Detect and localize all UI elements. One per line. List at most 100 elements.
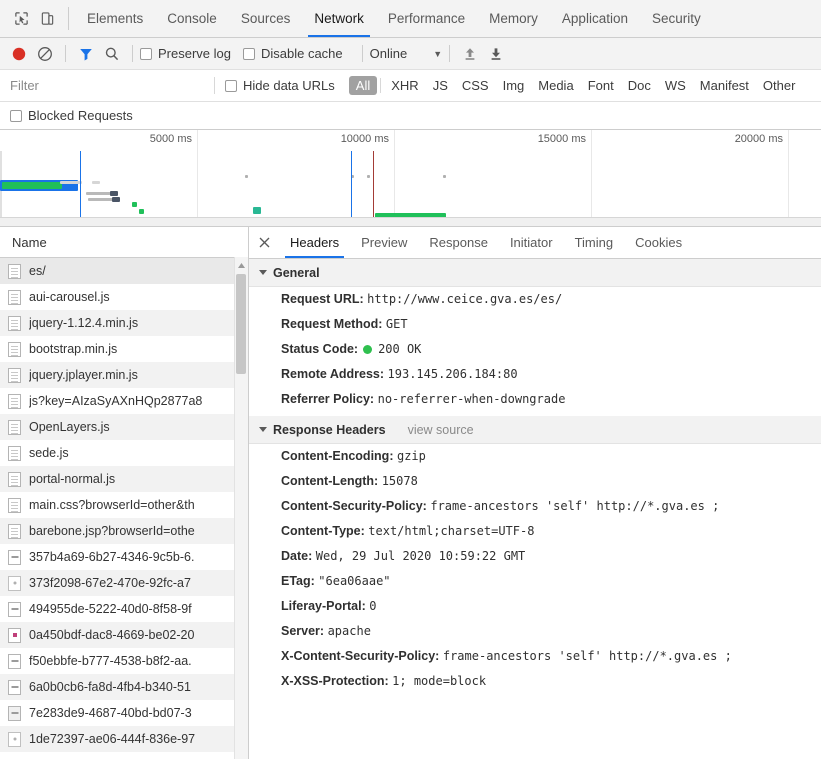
request-name: aui-carousel.js bbox=[29, 290, 110, 304]
detail-tab-label: Initiator bbox=[509, 235, 553, 250]
table-row[interactable]: aui-carousel.js bbox=[0, 284, 248, 310]
header-value: frame-ancestors 'self' http://*.gva.es ; bbox=[442, 649, 732, 663]
disable-cache-label: Disable cache bbox=[260, 46, 343, 61]
tabbar-divider bbox=[68, 7, 69, 30]
scrollbar-thumb[interactable] bbox=[236, 274, 246, 374]
tab-network[interactable]: Network bbox=[302, 0, 376, 37]
load-event-marker bbox=[373, 151, 374, 226]
filter-funnel-icon[interactable] bbox=[73, 41, 99, 67]
header-value: http://www.ceice.gva.es/es/ bbox=[367, 292, 563, 306]
device-toolbar-icon[interactable] bbox=[34, 6, 60, 32]
request-name: sede.js bbox=[29, 446, 69, 460]
table-row[interactable]: sede.js bbox=[0, 440, 248, 466]
preserve-log-checkbox[interactable]: Preserve log bbox=[140, 46, 231, 61]
overview-band bbox=[2, 182, 62, 189]
type-filter-media[interactable]: Media bbox=[531, 76, 580, 95]
table-row[interactable]: 1de72397-ae06-444f-836e-97 bbox=[0, 726, 248, 752]
tab-label: Sources bbox=[240, 11, 291, 26]
tab-initiator[interactable]: Initiator bbox=[499, 227, 564, 258]
scroll-up-arrow-icon[interactable] bbox=[236, 260, 247, 270]
table-row[interactable]: jquery-1.12.4.min.js bbox=[0, 310, 248, 336]
disable-cache-checkbox[interactable]: Disable cache bbox=[242, 46, 343, 61]
tab-elements[interactable]: Elements bbox=[75, 0, 155, 37]
close-icon[interactable] bbox=[249, 227, 279, 258]
tab-memory[interactable]: Memory bbox=[477, 0, 550, 37]
search-input[interactable] bbox=[6, 78, 204, 93]
document-icon bbox=[8, 497, 21, 513]
overview-scrub-bar[interactable] bbox=[0, 217, 821, 226]
import-har-icon[interactable] bbox=[457, 41, 483, 67]
header-key: Request Method: bbox=[281, 317, 383, 331]
general-section-header[interactable]: General bbox=[249, 259, 821, 287]
overview-band bbox=[245, 175, 248, 178]
request-name: barebone.jsp?browserId=othe bbox=[29, 524, 195, 538]
header-row: Server: apache bbox=[249, 619, 821, 644]
request-list-scrollbar[interactable] bbox=[234, 257, 248, 759]
type-filter-other[interactable]: Other bbox=[756, 76, 803, 95]
type-filter-label: Img bbox=[502, 78, 525, 93]
overview-gridline bbox=[788, 130, 789, 226]
type-filter-label: WS bbox=[664, 78, 686, 93]
tab-sources[interactable]: Sources bbox=[229, 0, 303, 37]
table-row[interactable]: 0a450bdf-dac8-4669-be02-20 bbox=[0, 622, 248, 648]
network-overview[interactable]: 5000 ms 10000 ms 15000 ms 20000 ms bbox=[0, 130, 821, 227]
table-row[interactable]: es/ bbox=[0, 258, 248, 284]
table-row[interactable]: main.css?browserId=other&th bbox=[0, 492, 248, 518]
detail-tabbar: Headers Preview Response Initiator Timin… bbox=[249, 227, 821, 259]
tab-headers[interactable]: Headers bbox=[279, 227, 350, 258]
table-row[interactable]: barebone.jsp?browserId=othe bbox=[0, 518, 248, 544]
request-list[interactable]: es/ aui-carousel.js jquery-1.12.4.min.js… bbox=[0, 258, 248, 759]
type-filter-xhr[interactable]: XHR bbox=[384, 76, 425, 95]
type-filter-doc[interactable]: Doc bbox=[621, 76, 658, 95]
response-headers-section-header[interactable]: Response Headers view source bbox=[249, 416, 821, 444]
tab-preview[interactable]: Preview bbox=[350, 227, 418, 258]
clear-icon[interactable] bbox=[32, 41, 58, 67]
type-filter-manifest[interactable]: Manifest bbox=[693, 76, 756, 95]
overview-gridline bbox=[197, 130, 198, 226]
tab-console[interactable]: Console bbox=[155, 0, 229, 37]
table-row[interactable]: bootstrap.min.js bbox=[0, 336, 248, 362]
table-row[interactable]: 373f2098-67e2-470e-92fc-a7 bbox=[0, 570, 248, 596]
table-row[interactable]: 494955de-5222-40d0-8f58-9f bbox=[0, 596, 248, 622]
view-source-link[interactable]: view source bbox=[408, 423, 474, 437]
chevron-down-icon bbox=[259, 270, 267, 275]
tab-response[interactable]: Response bbox=[418, 227, 499, 258]
export-har-icon[interactable] bbox=[483, 41, 509, 67]
tab-cookies[interactable]: Cookies bbox=[624, 227, 693, 258]
tab-label: Performance bbox=[387, 11, 466, 26]
image-icon bbox=[8, 679, 21, 695]
type-filter-js[interactable]: JS bbox=[426, 76, 455, 95]
inspect-element-icon[interactable] bbox=[8, 6, 34, 32]
table-row[interactable]: js?key=AIzaSyAXnHQp2877a8 bbox=[0, 388, 248, 414]
type-filter-label: Font bbox=[587, 78, 614, 93]
type-filter-font[interactable]: Font bbox=[581, 76, 621, 95]
header-key: Content-Security-Policy: bbox=[281, 499, 427, 513]
table-row[interactable]: 357b4a69-6b27-4346-9c5b-6. bbox=[0, 544, 248, 570]
table-row[interactable]: f50ebbfe-b777-4538-b8f2-aa. bbox=[0, 648, 248, 674]
table-row[interactable]: 6a0b0cb6-fa8d-4fb4-b340-51 bbox=[0, 674, 248, 700]
response-headers-list: Content-Encoding: gzip Content-Length: 1… bbox=[249, 444, 821, 698]
search-icon[interactable] bbox=[99, 41, 125, 67]
request-list-header[interactable]: Name bbox=[0, 227, 248, 258]
table-row[interactable]: 7e283de9-4687-40bd-bd07-3 bbox=[0, 700, 248, 726]
table-row[interactable]: jquery.jplayer.min.js bbox=[0, 362, 248, 388]
tab-security[interactable]: Security bbox=[640, 0, 713, 37]
header-value: 15078 bbox=[381, 474, 418, 488]
throttling-select[interactable]: Online ▼ bbox=[370, 46, 443, 61]
dom-content-loaded-marker bbox=[351, 151, 352, 226]
type-filter-css[interactable]: CSS bbox=[455, 76, 496, 95]
hide-data-urls-checkbox[interactable]: Hide data URLs bbox=[225, 78, 335, 93]
tab-timing[interactable]: Timing bbox=[564, 227, 625, 258]
type-filter-all[interactable]: All bbox=[348, 76, 378, 95]
blocked-requests-checkbox[interactable]: Blocked Requests bbox=[10, 108, 133, 123]
request-name: f50ebbfe-b777-4538-b8f2-aa. bbox=[29, 654, 192, 668]
table-row[interactable]: OpenLayers.js bbox=[0, 414, 248, 440]
type-filter-img[interactable]: Img bbox=[496, 76, 532, 95]
tab-application[interactable]: Application bbox=[550, 0, 640, 37]
record-button-icon[interactable] bbox=[6, 41, 32, 67]
type-filter-ws[interactable]: WS bbox=[658, 76, 693, 95]
response-headers-section-title: Response Headers bbox=[273, 422, 386, 437]
table-row[interactable]: portal-normal.js bbox=[0, 466, 248, 492]
header-row: Status Code: 200 OK bbox=[249, 337, 821, 362]
tab-performance[interactable]: Performance bbox=[376, 0, 477, 37]
